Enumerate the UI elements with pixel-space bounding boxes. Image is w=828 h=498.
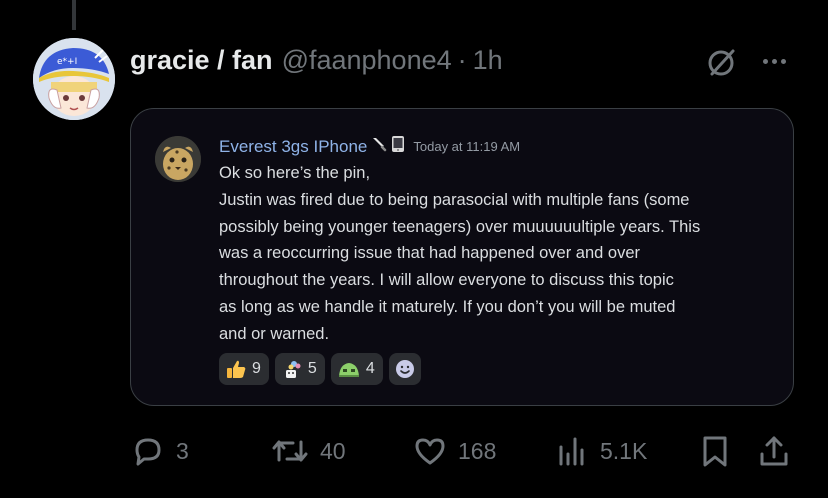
message-line: was a reoccurring issue that had happene… [219, 244, 641, 263]
author-display-name[interactable]: gracie / fan [130, 45, 273, 76]
message-line: throughout the years. I will allow every… [219, 271, 674, 290]
smiley-icon [395, 360, 414, 378]
like-count: 168 [458, 437, 497, 464]
like-button[interactable]: 168 [412, 428, 496, 474]
thumbs-up-icon [227, 360, 246, 378]
post-timestamp[interactable]: 1h [473, 45, 503, 76]
message-line: and or warned. [219, 324, 330, 343]
share-icon [760, 436, 788, 466]
discord-timestamp: Today at 11:19 AM [413, 139, 521, 154]
discord-username: Everest 3gs IPhone [219, 136, 368, 156]
message-line: Justin was fired due to being parasocial… [219, 190, 690, 209]
reaction-thumbs-up: 9 [219, 353, 269, 385]
heart-icon [415, 438, 445, 465]
repost-count: 40 [320, 437, 346, 464]
author-avatar[interactable]: e*+I [33, 38, 115, 120]
message-line: possibly being younger teenagers) over m… [219, 217, 701, 236]
views-bar-chart-icon [559, 437, 584, 466]
more-dot [771, 58, 777, 64]
reply-icon [135, 438, 161, 466]
add-reaction-button [388, 353, 421, 385]
post-header: gracie / fan @faanphone4 · 1h [130, 40, 503, 80]
reaction-count: 4 [365, 360, 375, 377]
discord-user-avatar [155, 136, 201, 182]
reaction-flower-pot: 5 [274, 353, 325, 385]
reply-button[interactable]: 3 [130, 428, 189, 474]
reaction-count: 9 [252, 360, 261, 377]
svg-text:e*+I: e*+I [57, 57, 77, 67]
discord-message-header: Everest 3gs IPhone Today at 11:19 AM [219, 135, 520, 158]
more-dot [762, 58, 768, 64]
more-dot [780, 58, 786, 64]
avatar-image: e*+I [33, 38, 115, 120]
green-blob-icon [338, 363, 359, 377]
repost-icon [272, 440, 308, 462]
bookmark-button[interactable] [698, 428, 732, 474]
discord-message-body: Ok so here’s the pin, Justin was fired d… [219, 160, 764, 348]
more-horizontal-icon[interactable] [757, 46, 791, 76]
post-container: e*+I gracie / fan @faanphone4 · 1h Evere… [0, 0, 828, 498]
discord-reactions: 9 5 4 [219, 353, 421, 385]
attached-media-screenshot[interactable]: Everest 3gs IPhone Today at 11:19 AM Ok … [130, 108, 794, 406]
grok-slash-circle-icon[interactable] [704, 44, 740, 80]
knife-icon [371, 136, 387, 157]
header-separator: · [457, 44, 467, 75]
message-line: Ok so here’s the pin, [219, 164, 371, 182]
thread-connector-line [72, 0, 76, 30]
post-action-bar: 3 40 168 5.1K [0, 428, 828, 474]
view-count: 5.1K [600, 437, 648, 464]
author-handle[interactable]: @faanphone4 [282, 45, 452, 76]
phone-icon [391, 135, 405, 158]
flower-pot-icon [285, 361, 301, 378]
bookmark-icon [703, 436, 727, 467]
message-line: as long as we handle it maturely. If you… [219, 297, 676, 316]
repost-button[interactable]: 40 [270, 428, 346, 474]
share-button[interactable] [756, 428, 792, 474]
reply-count: 3 [176, 437, 189, 464]
reaction-green-blob: 4 [330, 353, 383, 385]
views-button[interactable]: 5.1K [556, 428, 647, 474]
reaction-count: 5 [307, 360, 317, 377]
